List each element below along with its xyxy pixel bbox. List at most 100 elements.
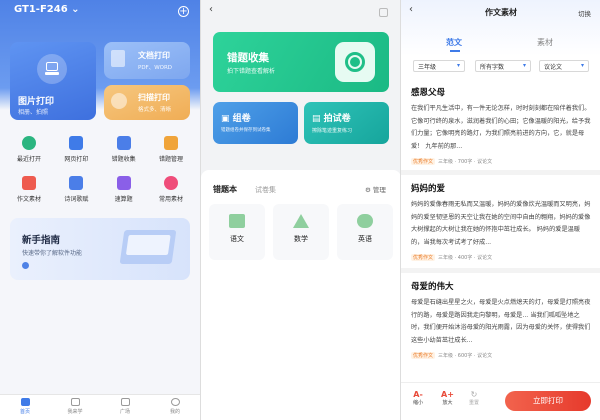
tab-square[interactable]: 广场 bbox=[100, 395, 150, 420]
scan-print-title: 扫描打印 bbox=[138, 93, 170, 102]
font-smaller-icon: A- bbox=[413, 390, 423, 399]
reset-button[interactable]: ↻ 重置 bbox=[469, 390, 479, 406]
camera-icon bbox=[116, 136, 131, 150]
grade-filter[interactable]: 三年级 ▾ bbox=[413, 60, 465, 72]
home-icon bbox=[20, 398, 30, 406]
guide-title: 新手指南 bbox=[22, 235, 61, 246]
tab-mistake-book[interactable]: 错题本 bbox=[213, 184, 237, 195]
arrow-right-icon bbox=[22, 262, 29, 269]
subject-label: 英语 bbox=[358, 235, 372, 243]
tool-row-1: 最近打开 网页打印 错题收集 错题管理 bbox=[6, 136, 194, 163]
dinosaur-icon bbox=[357, 214, 373, 228]
scan-icon bbox=[111, 93, 127, 109]
segment-control: 范文 素材 bbox=[401, 32, 600, 54]
home-panel: GT1-F246 ⌄ + 图片打印 相册、拍照 文档打印 PDF、WORD 扫描… bbox=[0, 0, 200, 420]
tool-mistake-collect[interactable]: 错题收集 bbox=[101, 136, 147, 163]
device-name: GT1-F246 bbox=[14, 4, 68, 15]
subject-label: 语文 bbox=[230, 235, 244, 243]
tool-essay[interactable]: 作文素材 bbox=[6, 176, 52, 203]
device-selector[interactable]: GT1-F246 ⌄ bbox=[14, 4, 80, 15]
tool-mistake-manage[interactable]: 错题管理 bbox=[148, 136, 194, 163]
calculator-icon bbox=[116, 176, 131, 190]
doc-print-sub: PDF、WORD bbox=[138, 65, 173, 71]
graduation-cap-icon bbox=[70, 398, 80, 406]
tool-poetry[interactable]: 诗词歌赋 bbox=[53, 176, 99, 203]
chevron-down-icon: ⌄ bbox=[71, 4, 80, 15]
book-icon: ▣ bbox=[221, 114, 230, 124]
bottom-toolbar: A- 缩小 A+ 放大 ↻ 重置 立即打印 bbox=[401, 382, 600, 420]
essay-meta: 优秀作文 三年级 · 600字 · 议论文 bbox=[411, 352, 591, 359]
zoom-out-button[interactable]: A- 缩小 bbox=[413, 390, 423, 406]
tab-learn[interactable]: 我来学 bbox=[50, 395, 100, 420]
pie-icon bbox=[163, 176, 178, 190]
print-now-button[interactable]: 立即打印 bbox=[505, 391, 591, 411]
group-paper-title: ▣ 组卷 bbox=[221, 111, 251, 124]
guide-sub: 快速带你了解软件功能 bbox=[22, 250, 83, 257]
essay-item[interactable]: 母爱的伟大 母爱是石缝出星星之火，母爱是火点燃熄天的灯，母爱是灯照亮夜行的路，母… bbox=[411, 280, 591, 359]
banner-title: 错题收集 bbox=[227, 52, 269, 64]
tool-label: 作文素材 bbox=[16, 196, 41, 203]
subject-math[interactable]: 数学 bbox=[273, 204, 329, 260]
excellent-badge: 优秀作文 bbox=[411, 352, 436, 359]
tool-label: 常用素材 bbox=[158, 196, 183, 203]
divider bbox=[401, 170, 600, 175]
tab-mine[interactable]: 我的 bbox=[150, 395, 200, 420]
font-larger-icon: A+ bbox=[441, 390, 454, 399]
manage-button[interactable]: ⚙ 管理 bbox=[365, 184, 386, 194]
banner-sub: 拍下错题查看解析 bbox=[227, 68, 276, 75]
bottom-tab-bar: 首页 我来学 广场 我的 bbox=[0, 394, 200, 420]
subject-chinese[interactable]: 语文 bbox=[209, 204, 265, 260]
tab-home[interactable]: 首页 bbox=[0, 395, 50, 420]
subject-english[interactable]: 英语 bbox=[337, 204, 393, 260]
seg-underline bbox=[450, 50, 460, 52]
mistake-collect-banner[interactable]: 错题收集 拍下错题查看解析 bbox=[213, 32, 389, 92]
divider bbox=[401, 268, 600, 273]
doc-print-card[interactable]: 文档打印 PDF、WORD bbox=[104, 42, 190, 79]
seg-model-essay[interactable]: 范文 bbox=[446, 37, 462, 48]
switch-button[interactable]: 切换 bbox=[578, 8, 591, 18]
group-paper-card[interactable]: ▣ 组卷 错题组卷并保存到试卷集 bbox=[213, 102, 298, 144]
genre-filter[interactable]: 议论文 ▾ bbox=[539, 60, 589, 72]
photo-print-title: 图片打印 bbox=[18, 97, 55, 107]
excellent-badge: 优秀作文 bbox=[411, 254, 436, 261]
tool-label: 错题收集 bbox=[111, 156, 136, 163]
tab-label: 首页 bbox=[19, 409, 30, 415]
tool-math[interactable]: 速算题 bbox=[101, 176, 147, 203]
tool-materials[interactable]: 常用素材 bbox=[148, 176, 194, 203]
zoom-in-button[interactable]: A+ 放大 bbox=[441, 390, 454, 406]
essay-title: 母爱的伟大 bbox=[411, 282, 454, 292]
group-paper-sub: 错题组卷并保存到试卷集 bbox=[221, 128, 271, 133]
tool-web-print[interactable]: 网页打印 bbox=[53, 136, 99, 163]
essay-item[interactable]: 感恩父母 在我们平凡生活中，有一件无论怎样，时时刻刻都在陪伴着我们。它像可行终的… bbox=[411, 86, 591, 165]
subject-label: 数学 bbox=[294, 235, 308, 243]
tool-label: 网页打印 bbox=[64, 156, 89, 163]
essay-item[interactable]: 妈妈的爱 妈妈的爱像春雨无私而又温暖，妈妈的爱像炊光温暖而又明亮，妈妈的爱坚韧坚… bbox=[411, 182, 591, 261]
wordcount-filter[interactable]: 所有字数 ▾ bbox=[475, 60, 531, 72]
tool-label: 速算题 bbox=[114, 196, 133, 203]
tab-label: 我来学 bbox=[67, 409, 83, 415]
laptop-illustration-icon bbox=[119, 230, 177, 264]
filter-label: 三年级 bbox=[418, 64, 437, 71]
essay-meta-text: 三年级 · 700字 · 议论文 bbox=[438, 159, 493, 165]
filter-label: 所有字数 bbox=[480, 64, 505, 71]
essay-meta: 优秀作文 三年级 · 700字 · 议论文 bbox=[411, 158, 591, 165]
back-icon[interactable]: ‹ bbox=[209, 4, 213, 15]
guide-banner[interactable]: 新手指南 快速带你了解软件功能 bbox=[10, 218, 190, 280]
tool-label: 最近打开 bbox=[16, 156, 41, 163]
scan-print-card[interactable]: 扫描打印 格式多、清晰 bbox=[104, 85, 190, 120]
photo-paper-card[interactable]: ▤ 拍试卷 擦除笔迹重复练习 bbox=[304, 102, 389, 144]
pen-icon bbox=[69, 176, 84, 190]
tab-paper-set[interactable]: 试卷集 bbox=[255, 185, 276, 195]
document-icon[interactable] bbox=[379, 8, 388, 17]
essay-title: 妈妈的爱 bbox=[411, 184, 446, 194]
seg-material[interactable]: 素材 bbox=[537, 37, 553, 48]
scan-icon: ▤ bbox=[312, 114, 321, 124]
tool-recent[interactable]: 最近打开 bbox=[6, 136, 52, 163]
photo-print-card[interactable]: 图片打印 相册、拍照 bbox=[10, 42, 96, 120]
tool-label: 放大 bbox=[442, 400, 453, 406]
caret-down-icon: ▾ bbox=[522, 62, 526, 69]
tool-label: 缩小 bbox=[413, 400, 424, 406]
refresh-icon: ↻ bbox=[470, 390, 478, 399]
essay-meta-text: 三年级 · 400字 · 议论文 bbox=[438, 255, 493, 261]
add-icon[interactable]: + bbox=[178, 6, 189, 17]
